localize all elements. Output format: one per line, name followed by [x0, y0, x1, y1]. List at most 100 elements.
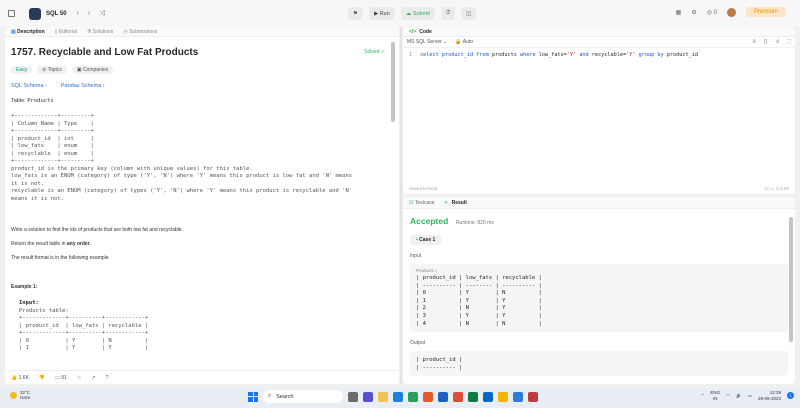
favorite-icon[interactable]: ☆ — [77, 375, 81, 381]
taskbar-apps: ⌕ Search — [248, 390, 538, 403]
layout-icon[interactable]: ▦ — [676, 9, 682, 16]
chrome-icon[interactable] — [453, 391, 463, 402]
output-table: | product_id | | ---------- | — [416, 357, 463, 371]
description-footer: 👍 1.6K 👎 ▭ 91 ☆ ↗ ? — [5, 370, 399, 384]
share-icon[interactable]: ↗ — [91, 375, 95, 381]
help-icon[interactable]: ? — [106, 375, 109, 381]
line-number: 1 — [409, 52, 413, 58]
result-panel: ☑ Testcase >_ Result Accepted Runtime: 8… — [403, 197, 795, 384]
description-tabs: ▤ Description ▯ Editorial ⚗ Solutions ◷ … — [5, 27, 399, 37]
topics-tag[interactable]: ⊘ Topics — [37, 66, 67, 74]
battery-icon[interactable]: ▭ — [748, 393, 752, 399]
cursor-position: Ln 1, Col 56 — [764, 186, 789, 191]
tab-editorial[interactable]: ▯ Editorial — [55, 29, 77, 35]
language-indicator[interactable]: ENG IN — [710, 390, 720, 401]
sql-schema-link[interactable]: SQL Schema › — [11, 83, 47, 89]
sun-icon — [10, 391, 17, 399]
volume-icon[interactable]: 🔊 — [736, 393, 742, 399]
input-label: Input — [410, 253, 422, 259]
tab-testcase[interactable]: ☑ Testcase — [409, 200, 435, 206]
saved-status: Saved to local — [409, 186, 438, 191]
edge-icon[interactable] — [393, 391, 403, 402]
example-input-label: Input: — [19, 300, 39, 306]
search-icon: ⌕ — [268, 393, 272, 399]
format-code-icon[interactable]: ⌷ — [753, 39, 756, 45]
submit-button[interactable]: ☁ Submit — [400, 7, 435, 20]
code-editor[interactable]: 1 select product_id from products where … — [403, 48, 795, 62]
wifi-icon[interactable]: ◠ — [726, 393, 730, 399]
tab-result[interactable]: >_ Result — [445, 200, 467, 206]
output-label: Output — [410, 340, 426, 347]
windows-start-icon[interactable] — [248, 391, 258, 402]
fullscreen-icon[interactable]: ⛶ — [787, 39, 791, 45]
code-line-1: select product_id from products where lo… — [420, 52, 699, 58]
excel-icon[interactable] — [408, 391, 418, 402]
result-scrollbar[interactable] — [789, 217, 793, 342]
settings-icon[interactable]: ⚙ — [691, 9, 696, 16]
problem-list-title[interactable]: SQL 50 — [46, 11, 67, 17]
like-button[interactable]: 👍 1.6K — [11, 375, 29, 381]
outlook-icon[interactable] — [483, 391, 493, 402]
next-problem-icon[interactable]: › — [88, 10, 90, 17]
folder-icon[interactable] — [498, 391, 508, 402]
comments-button[interactable]: ▭ 91 — [55, 375, 67, 381]
products-header: Products = — [416, 268, 438, 273]
app-icon[interactable] — [528, 391, 538, 402]
dislike-icon[interactable]: 👎 — [39, 375, 45, 381]
format-text: The result format is in the following ex… — [11, 255, 110, 261]
teams-icon[interactable] — [363, 391, 373, 402]
tab-description[interactable]: ▤ Description — [11, 29, 45, 35]
tab-solutions[interactable]: ⚗ Solutions — [87, 29, 113, 35]
companies-tag[interactable]: ▣ Companies — [71, 66, 114, 74]
tab-submissions[interactable]: ◷ Submissions — [123, 29, 157, 35]
leetcode-logo[interactable] — [29, 7, 41, 20]
language-select[interactable]: MS SQL Server ⌄ — [407, 39, 447, 45]
notes-icon[interactable]: ◫ — [461, 7, 477, 20]
code-tab[interactable]: </> Code — [403, 27, 795, 37]
notification-badge[interactable]: 1 — [787, 392, 794, 399]
system-tray: ⌃ ENG IN ◠ 🔊 ▭ 12:39 29-09-2023 1 — [701, 390, 794, 401]
avatar[interactable] — [726, 7, 736, 17]
panel-divider[interactable] — [400, 27, 402, 384]
timer-icon[interactable]: ⏱ — [440, 7, 456, 20]
store-icon[interactable] — [513, 391, 523, 402]
output-box: | product_id | | ---------- | — [410, 351, 788, 377]
editor-status-bar: Saved to local Ln 1, Col 56 — [409, 186, 789, 191]
autocomplete-toggle[interactable]: 🔒 Auto — [455, 39, 473, 45]
code-panel: </> Code MS SQL Server ⌄ 🔒 Auto ⌷ {} ↺ ⛶ … — [403, 27, 795, 194]
solved-badge: Solved ✓ — [364, 49, 385, 55]
prev-problem-icon[interactable]: ‹ — [77, 10, 79, 17]
weather-widget[interactable]: 32°C Haze — [10, 390, 31, 400]
task-view-icon[interactable] — [348, 391, 358, 402]
description-panel: ▤ Description ▯ Editorial ⚗ Solutions ◷ … — [5, 27, 399, 384]
excel-2-icon[interactable] — [468, 391, 478, 402]
problem-title: 1757. Recyclable and Low Fat Products — [11, 47, 199, 58]
table-heading: Table: Products — [11, 98, 54, 104]
result-status: Accepted Runtime: 820 ms — [410, 216, 788, 226]
word-icon[interactable] — [438, 391, 448, 402]
braces-icon[interactable]: {} — [764, 39, 767, 45]
powerpoint-icon[interactable] — [423, 391, 433, 402]
weather-text: Haze — [20, 395, 31, 400]
code-toolbar: MS SQL Server ⌄ 🔒 Auto ⌷ {} ↺ ⛶ — [403, 37, 795, 48]
example-title: Example 1: — [11, 284, 38, 290]
reset-icon[interactable]: ↺ — [775, 39, 779, 45]
clock[interactable]: 12:39 29-09-2023 — [758, 390, 781, 401]
taskbar-search[interactable]: ⌕ Search — [263, 390, 343, 403]
difficulty-tag[interactable]: Easy — [11, 66, 33, 74]
tray-chevron-icon[interactable]: ⌃ — [701, 393, 705, 399]
premium-button[interactable]: Premium — [745, 7, 786, 17]
shuffle-icon[interactable]: ⤨ — [99, 10, 105, 18]
case-1-tab[interactable]: • Case 1 — [410, 235, 442, 245]
result-tabs: ☑ Testcase >_ Result — [403, 197, 795, 209]
schema-block: +-------------+---------+ | Column Name … — [11, 113, 353, 202]
description-scrollbar[interactable] — [391, 42, 395, 122]
streak-counter[interactable]: ◎ 0 — [707, 9, 717, 16]
pandas-schema-link[interactable]: Pandas Schema › — [61, 83, 105, 89]
panel-layout-icon[interactable] — [8, 10, 15, 17]
file-explorer-icon[interactable] — [378, 391, 388, 402]
runtime-label: Runtime: 820 ms — [455, 220, 494, 226]
problem-tags: Easy ⊘ Topics ▣ Companies — [11, 66, 393, 74]
debug-button[interactable]: ⚑ — [348, 7, 363, 20]
run-button[interactable]: ▶ Run — [368, 7, 395, 20]
